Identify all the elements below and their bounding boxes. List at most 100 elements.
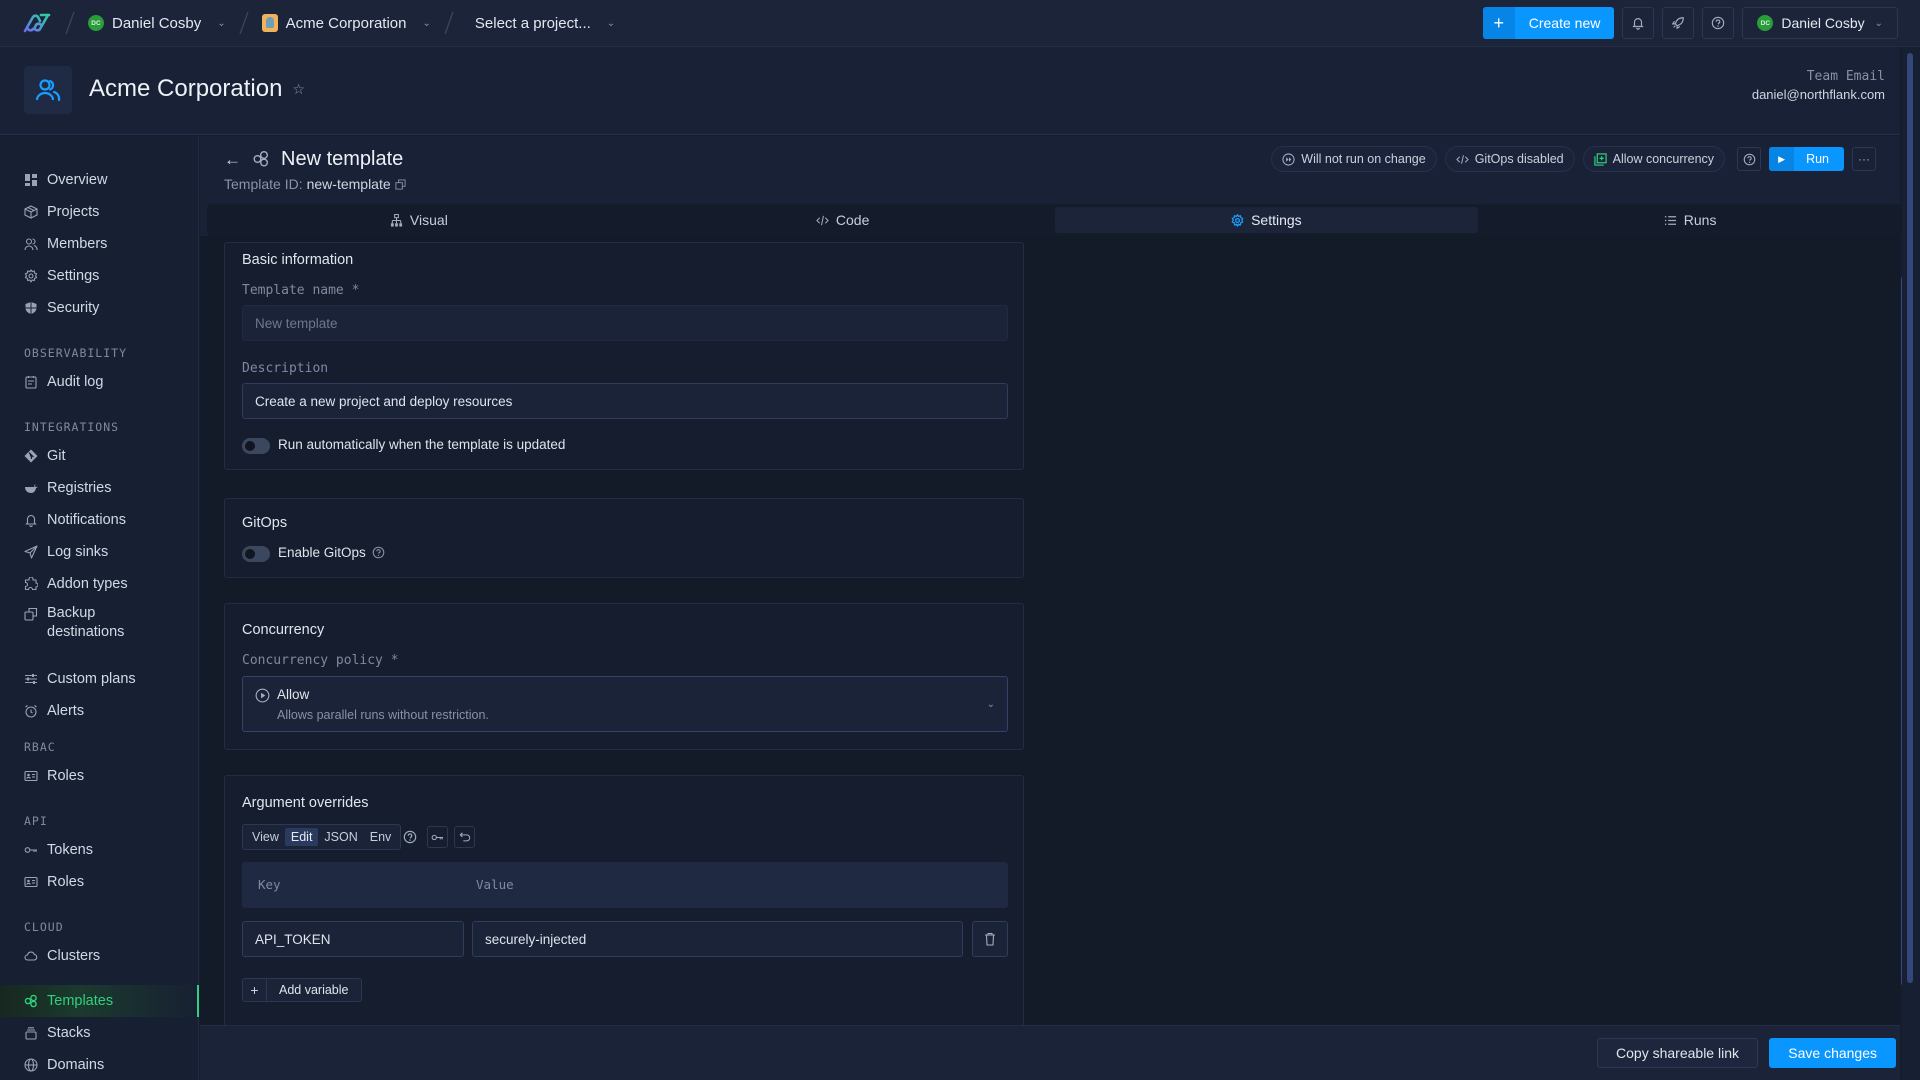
sidebar-item-templates[interactable]: Templates bbox=[0, 985, 199, 1017]
help-circle-icon bbox=[1743, 153, 1755, 165]
sidebar-item-clusters[interactable]: Clusters bbox=[0, 940, 199, 972]
chevron-down-icon: ⌄ bbox=[217, 17, 226, 29]
sidebar-item-projects[interactable]: Projects bbox=[0, 196, 199, 228]
page-scrollbar-thumb[interactable] bbox=[1907, 53, 1913, 983]
id-card-icon bbox=[24, 770, 38, 782]
argument-value-input[interactable]: securely-injected bbox=[472, 921, 963, 957]
help-circle-icon[interactable] bbox=[372, 546, 385, 559]
pill-gitops[interactable]: GitOps disabled bbox=[1444, 146, 1575, 172]
deploy-rocket-button[interactable] bbox=[1662, 7, 1695, 39]
sidebar-item-stacks[interactable]: Stacks bbox=[0, 1017, 199, 1049]
template-id: Template ID: new-template bbox=[224, 176, 406, 192]
enable-gitops-toggle[interactable] bbox=[242, 546, 270, 562]
tab-settings[interactable]: Settings bbox=[1054, 207, 1479, 233]
sidebar-item-label: Clusters bbox=[47, 948, 101, 964]
breadcrumb-org[interactable]: Acme Corporation ⌄ bbox=[261, 14, 431, 32]
sidebar-item-backup-destinations[interactable]: Backup destinations bbox=[0, 604, 199, 644]
more-options-button[interactable]: ··· bbox=[1852, 147, 1876, 171]
key-icon bbox=[24, 847, 37, 853]
sitemap-icon bbox=[390, 213, 402, 227]
star-favorite-icon[interactable]: ☆ bbox=[292, 81, 305, 98]
template-name-input[interactable]: New template bbox=[242, 305, 1008, 341]
plus-icon: + bbox=[1482, 7, 1515, 39]
sidebar-item-api-roles[interactable]: Roles bbox=[0, 866, 199, 898]
add-variable-button[interactable]: + Add variable bbox=[242, 978, 362, 1002]
sidebar-item-notifications[interactable]: Notifications bbox=[0, 504, 199, 536]
breadcrumb-project-select[interactable]: Select a project... ⌄ bbox=[475, 15, 615, 32]
user-menu-button[interactable]: DC Daniel Cosby ⌄ bbox=[1742, 7, 1898, 39]
team-email-label: Team Email bbox=[1806, 69, 1885, 84]
delete-argument-button[interactable] bbox=[972, 921, 1008, 957]
northflank-logo-icon[interactable] bbox=[22, 12, 52, 34]
copy-shareable-link-button[interactable]: Copy shareable link bbox=[1597, 1038, 1758, 1068]
notifications-button[interactable] bbox=[1622, 7, 1655, 39]
mode-env[interactable]: Env bbox=[364, 828, 398, 846]
mode-edit[interactable]: Edit bbox=[284, 828, 319, 846]
sidebar-item-settings[interactable]: Settings bbox=[0, 260, 199, 292]
add-variable-label: Add variable bbox=[279, 983, 349, 997]
sidebar-item-label: Git bbox=[47, 448, 66, 464]
undo-icon bbox=[459, 832, 470, 842]
org-logo-icon bbox=[261, 14, 278, 32]
sidebar-item-overview[interactable]: Overview bbox=[0, 164, 199, 196]
chevron-down-icon: ⌄ bbox=[1874, 17, 1883, 29]
template-title: New template bbox=[281, 148, 404, 170]
mode-view[interactable]: View bbox=[246, 828, 285, 846]
pill-concurrency[interactable]: Allow concurrency bbox=[1582, 146, 1726, 172]
help-circle-icon[interactable] bbox=[403, 830, 417, 844]
org-team-icon-badge bbox=[24, 66, 72, 114]
create-new-button[interactable]: + Create new bbox=[1482, 7, 1615, 39]
tab-visual[interactable]: Visual bbox=[207, 204, 631, 236]
template-id-label: Template ID: bbox=[224, 176, 303, 192]
sidebar-item-audit-log[interactable]: Audit log bbox=[0, 366, 199, 398]
sidebar-item-security[interactable]: Security bbox=[0, 292, 199, 324]
sidebar-item-log-sinks[interactable]: Log sinks bbox=[0, 536, 199, 568]
mode-json[interactable]: JSON bbox=[318, 828, 363, 846]
argument-mode-switch: View Edit JSON Env bbox=[242, 824, 402, 850]
org-header: Acme Corporation ☆ Team Email daniel@nor… bbox=[0, 47, 1900, 135]
tab-label: Code bbox=[835, 212, 870, 228]
pill-run-on-change[interactable]: Will not run on change bbox=[1271, 146, 1437, 172]
auto-run-toggle[interactable] bbox=[242, 438, 270, 454]
page-scrollbar[interactable] bbox=[1902, 47, 1920, 1080]
concurrency-selected-desc: Allows parallel runs without restriction… bbox=[277, 708, 489, 722]
concurrency-selected-name: Allow bbox=[277, 687, 310, 702]
sidebar-item-rbac-roles[interactable]: Roles bbox=[0, 760, 199, 792]
template-help-button[interactable] bbox=[1737, 147, 1762, 171]
sidebar-item-members[interactable]: Members bbox=[0, 228, 199, 260]
breadcrumb-separator-icon bbox=[65, 11, 75, 35]
sidebar-item-addon-types[interactable]: Addon types bbox=[0, 568, 199, 600]
copy-icon[interactable] bbox=[395, 178, 406, 190]
run-button[interactable]: ▶ Run bbox=[1769, 147, 1844, 171]
sidebar-item-registries[interactable]: Registries bbox=[0, 472, 199, 504]
breadcrumb-separator-icon bbox=[238, 11, 249, 35]
cloud-icon bbox=[24, 951, 38, 961]
concurrency-policy-label: Concurrency policy * bbox=[242, 653, 399, 668]
sidebar-section-integrations: INTEGRATIONS bbox=[24, 420, 120, 434]
sidebar-item-alerts[interactable]: Alerts bbox=[0, 695, 199, 727]
sidebar-item-label: Projects bbox=[47, 204, 100, 220]
description-input[interactable]: Create a new project and deploy resource… bbox=[242, 383, 1008, 419]
concurrency-policy-select[interactable]: Allow Allows parallel runs without restr… bbox=[242, 676, 1008, 732]
breadcrumb-user[interactable]: DC Daniel Cosby ⌄ bbox=[88, 15, 226, 32]
tab-runs[interactable]: Runs bbox=[1478, 204, 1902, 236]
back-arrow-icon[interactable]: ← bbox=[224, 150, 241, 170]
argument-key-input[interactable]: API_TOKEN bbox=[242, 921, 464, 957]
sidebar-item-label: Backup destinations bbox=[47, 605, 125, 640]
sidebar-item-label: Roles bbox=[47, 874, 85, 890]
sidebar-item-custom-plans[interactable]: Custom plans bbox=[0, 663, 199, 695]
tab-code[interactable]: Code bbox=[631, 204, 1055, 236]
sidebar-item-tokens[interactable]: Tokens bbox=[0, 834, 199, 866]
clipboard-icon bbox=[25, 376, 37, 389]
save-changes-button[interactable]: Save changes bbox=[1769, 1038, 1896, 1068]
help-button[interactable] bbox=[1702, 7, 1735, 39]
argument-overrides-title: Argument overrides bbox=[242, 795, 369, 811]
concurrency-card: Concurrency Concurrency policy * Allow A… bbox=[224, 603, 1024, 750]
code-icon bbox=[1455, 154, 1469, 164]
sidebar-item-domains[interactable]: Domains bbox=[0, 1049, 199, 1080]
user-avatar: DC bbox=[1757, 15, 1774, 31]
undo-button[interactable] bbox=[454, 826, 475, 848]
pill-run-on-change-label: Will not run on change bbox=[1301, 152, 1426, 166]
secret-key-button[interactable] bbox=[427, 826, 448, 848]
sidebar-item-git[interactable]: Git bbox=[0, 440, 199, 472]
